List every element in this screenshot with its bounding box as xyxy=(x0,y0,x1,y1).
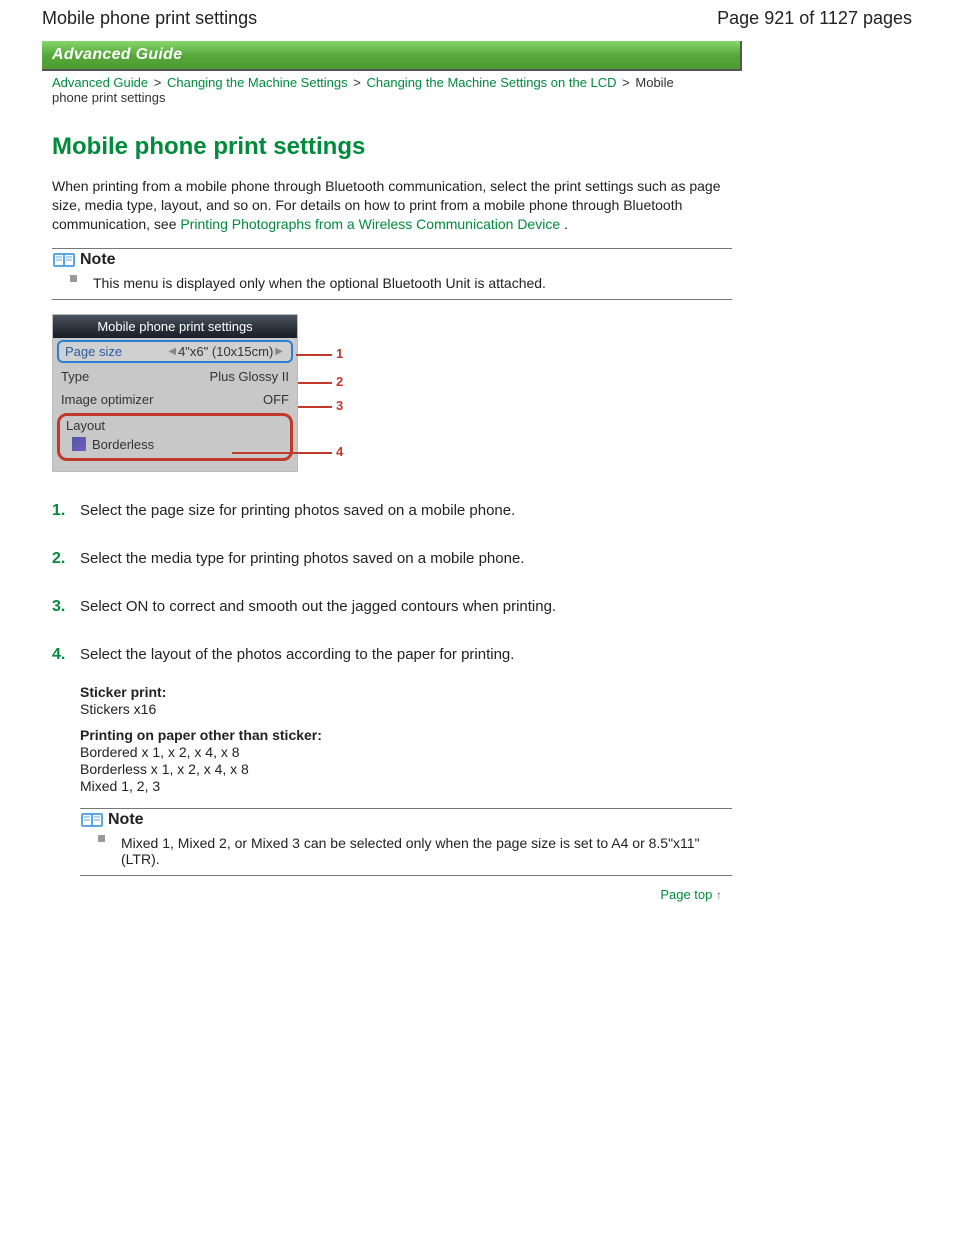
breadcrumb-link-0[interactable]: Advanced Guide xyxy=(52,75,148,90)
lcd-row-image-optimizer: Image optimizer OFF xyxy=(53,388,297,411)
breadcrumb-sep: > xyxy=(152,75,164,90)
lcd-layout-value: Borderless xyxy=(92,437,154,452)
step-number: 1. xyxy=(52,502,72,520)
layout-thumb-icon xyxy=(72,437,86,451)
step-text: Select the media type for printing photo… xyxy=(80,550,524,567)
note-block-2: Note Mixed 1, Mixed 2, or Mixed 3 can be… xyxy=(80,808,732,876)
callout-number-3: 3 xyxy=(336,398,343,413)
page-title: Mobile phone print settings xyxy=(52,133,732,161)
arrow-up-icon: ↑ xyxy=(716,888,722,902)
intro-text-after: . xyxy=(564,216,568,232)
breadcrumb-sep: > xyxy=(620,75,632,90)
callout-line xyxy=(298,382,332,384)
page-indicator: Page 921 of 1127 pages xyxy=(717,8,912,29)
doc-title: Mobile phone print settings xyxy=(42,8,257,29)
lcd-title: Mobile phone print settings xyxy=(53,315,297,338)
callout-number-1: 1 xyxy=(336,346,343,361)
triangle-right-icon: ▶ xyxy=(273,346,285,357)
bullet-icon xyxy=(70,275,77,282)
breadcrumb-link-2[interactable]: Changing the Machine Settings on the LCD xyxy=(367,75,617,90)
document-header: Mobile phone print settings Page 921 of … xyxy=(42,8,912,29)
note-title: Note xyxy=(80,251,116,269)
callout-line xyxy=(232,452,332,454)
step-text: Select the layout of the photos accordin… xyxy=(80,646,514,663)
step-number: 4. xyxy=(52,646,72,664)
lcd-row-label: Page size xyxy=(65,344,122,359)
triangle-left-icon: ◀ xyxy=(166,346,178,357)
page-top-link[interactable]: Page top ↑ xyxy=(660,887,722,902)
step-text: Select ON to correct and smooth out the … xyxy=(80,598,556,615)
steps-list: 1. Select the page size for printing pho… xyxy=(52,502,732,664)
other-line: Borderless x 1, x 2, x 4, x 8 xyxy=(80,761,732,777)
lcd-row-value: OFF xyxy=(263,392,289,407)
intro-link[interactable]: Printing Photographs from a Wireless Com… xyxy=(180,216,560,232)
step-4: 4. Select the layout of the photos accor… xyxy=(52,646,732,664)
breadcrumb: Advanced Guide > Changing the Machine Se… xyxy=(42,71,722,109)
lcd-row-label: Type xyxy=(61,369,89,384)
breadcrumb-sep: > xyxy=(351,75,363,90)
layout-details: Sticker print: Stickers x16 Printing on … xyxy=(80,684,732,794)
lcd-screen: Mobile phone print settings Page size ◀ … xyxy=(52,314,298,472)
bullet-icon xyxy=(98,835,105,842)
page-top-label: Page top xyxy=(660,887,712,902)
step-3: 3. Select ON to correct and smooth out t… xyxy=(52,598,732,616)
other-head: Printing on paper other than sticker: xyxy=(80,727,732,743)
note-title: Note xyxy=(108,811,144,829)
lcd-layout-label: Layout xyxy=(66,418,284,433)
callout-line xyxy=(298,406,332,408)
step-1: 1. Select the page size for printing pho… xyxy=(52,502,732,520)
lcd-row-type: Type Plus Glossy II xyxy=(53,365,297,388)
callout-number-4: 4 xyxy=(336,444,343,459)
callout-number-2: 2 xyxy=(336,374,343,389)
lcd-row-page-size: Page size ◀ 4"x6" (10x15cm) ▶ xyxy=(57,340,293,363)
lcd-figure: Mobile phone print settings Page size ◀ … xyxy=(52,314,342,472)
sticker-line: Stickers x16 xyxy=(80,701,732,717)
step-number: 2. xyxy=(52,550,72,568)
banner-advanced-guide: Advanced Guide xyxy=(42,41,742,71)
lcd-row-value: 4"x6" (10x15cm) xyxy=(178,344,273,359)
note-icon xyxy=(52,252,76,268)
lcd-row-label: Image optimizer xyxy=(61,392,153,407)
breadcrumb-link-1[interactable]: Changing the Machine Settings xyxy=(167,75,348,90)
step-text: Select the page size for printing photos… xyxy=(80,502,515,519)
other-line: Bordered x 1, x 2, x 4, x 8 xyxy=(80,744,732,760)
callout-line xyxy=(296,354,332,356)
lcd-row-value: Plus Glossy II xyxy=(210,369,289,384)
step-2: 2. Select the media type for printing ph… xyxy=(52,550,732,568)
note-block-1: Note This menu is displayed only when th… xyxy=(52,248,732,300)
other-line: Mixed 1, 2, 3 xyxy=(80,778,732,794)
note-icon xyxy=(80,812,104,828)
note-item: Mixed 1, Mixed 2, or Mixed 3 can be sele… xyxy=(121,835,732,867)
note-item: This menu is displayed only when the opt… xyxy=(93,275,732,291)
step-number: 3. xyxy=(52,598,72,616)
intro-paragraph: When printing from a mobile phone throug… xyxy=(52,177,732,234)
sticker-head: Sticker print: xyxy=(80,684,732,700)
